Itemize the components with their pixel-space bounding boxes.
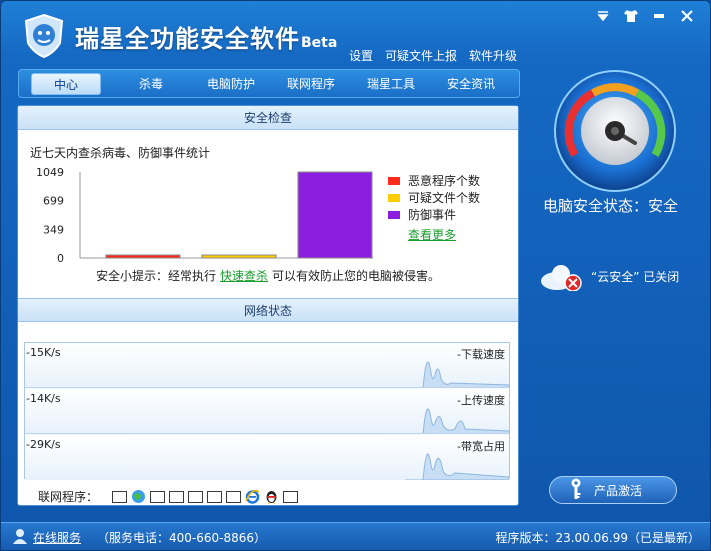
view-more-link[interactable]: 查看更多 [408, 226, 480, 243]
status-bar: 在线服务 （服务电话：400-660-8866） 程序版本：23.00.06.9… [1, 522, 710, 550]
minimize-icon[interactable] [650, 7, 668, 25]
security-check-heading: 安全检查 [18, 106, 518, 130]
cloud-off-icon[interactable] [539, 263, 587, 291]
center-panel: 安全检查 近七天内查杀病毒、防御事件统计 1049 699 349 0 恶意程序个数 … [17, 105, 519, 506]
legend-label: 可疑文件个数 [408, 191, 481, 205]
bar-1 [201, 254, 277, 259]
bandwidth-wave [405, 453, 509, 480]
service-hotline: （服务电话：400-660-8866） [97, 531, 267, 545]
beta-badge: Beta [301, 35, 338, 51]
chart-legend: 恶意程序个数 可疑文件个数 防御事件 查看更多 [388, 172, 480, 243]
main-tabs: 中心 杀毒 电脑防护 联网程序 瑞星工具 安全资讯 [18, 69, 520, 98]
chart-caption: 近七天内查杀病毒、防御事件统计 [30, 146, 211, 160]
app-slot[interactable] [226, 490, 242, 503]
bar-2 [297, 171, 373, 259]
legend-swatch [388, 176, 400, 185]
cloud-security-status: “云安全” 已关闭 [591, 270, 680, 284]
security-tip: 安全小提示：经常执行 快速查杀 可以有效防止您的电脑被侵害。 [18, 267, 518, 284]
download-speed-value: -15K/s [26, 346, 61, 359]
globe-app-icon[interactable] [131, 489, 146, 504]
main-window: 瑞星全功能安全软件 Beta 设置 可疑文件上报 软件升级 中心 杀毒 电脑防护… [0, 0, 711, 551]
network-apps-label: 联网程序： [38, 490, 99, 504]
network-apps-row: 联网程序： [38, 488, 299, 505]
weekly-stats-chart: 1049 699 349 0 [36, 168, 373, 264]
top-links: 设置 可疑文件上报 软件升级 [349, 47, 517, 64]
skin-shirt-icon[interactable] [622, 7, 640, 25]
legend-swatch [388, 193, 400, 202]
app-slot[interactable] [207, 490, 223, 503]
upload-speed-value: -14K/s [26, 392, 61, 405]
bar-0 [105, 254, 181, 259]
upgrade-link[interactable]: 软件升级 [469, 47, 517, 64]
tab-rising-tools[interactable]: 瑞星工具 [351, 73, 431, 95]
bandwidth-value: -29K/s [26, 438, 61, 451]
y-tick-label: 349 [43, 223, 64, 236]
pc-security-status: 电脑安全状态：安全 [543, 197, 679, 215]
report-suspicious-link[interactable]: 可疑文件上报 [385, 47, 457, 64]
tab-center[interactable]: 中心 [31, 72, 101, 95]
y-tick-label: 0 [57, 252, 64, 264]
lion-shield-icon [23, 13, 65, 59]
quick-scan-link[interactable]: 快速查杀 [220, 269, 268, 283]
product-activate-button[interactable]: 产品激活 [549, 476, 677, 504]
download-speed-row: -15K/s -下载速度 [25, 343, 509, 388]
network-status-heading: 网络状态 [18, 298, 518, 322]
download-wave [422, 361, 509, 387]
key-icon [570, 478, 582, 503]
tab-pc-protection[interactable]: 电脑防护 [191, 73, 271, 95]
menu-dropdown-icon[interactable] [594, 7, 612, 25]
online-service-link[interactable]: 在线服务 [33, 529, 81, 546]
app-slot[interactable] [150, 490, 166, 503]
app-title: 瑞星全功能安全软件 [75, 25, 300, 53]
legend-item-malware: 恶意程序个数 [388, 172, 480, 189]
upload-speed-row: -14K/s -上传速度 [25, 389, 509, 434]
settings-link[interactable]: 设置 [349, 47, 373, 64]
app-slot[interactable] [188, 490, 204, 503]
bandwidth-row: -29K/s -带宽占用 [25, 435, 509, 480]
tab-network-programs[interactable]: 联网程序 [271, 73, 351, 95]
legend-swatch [388, 210, 400, 219]
legend-item-defense: 防御事件 [388, 206, 480, 223]
tip-prefix: 安全小提示：经常执行 [95, 269, 216, 283]
app-slot[interactable] [112, 490, 128, 503]
legend-label: 防御事件 [408, 208, 457, 222]
window-controls [594, 7, 696, 25]
close-icon[interactable] [678, 7, 696, 25]
tab-antivirus[interactable]: 杀毒 [111, 73, 191, 95]
legend-item-suspicious: 可疑文件个数 [388, 189, 480, 206]
legend-label: 恶意程序个数 [408, 174, 481, 188]
y-tick-label: 699 [43, 195, 64, 208]
tab-security-news[interactable]: 安全资讯 [431, 73, 511, 95]
tip-suffix: 可以有效防止您的电脑被侵害。 [272, 269, 441, 283]
ie-browser-icon[interactable] [245, 489, 260, 504]
user-icon [13, 528, 27, 547]
y-tick-label: 1049 [36, 168, 64, 179]
qq-penguin-icon[interactable] [264, 489, 279, 504]
network-graphs: -15K/s -下载速度 -14K/s -上传速度 -29K/s -带宽占用 [24, 342, 510, 480]
security-gauge-icon [554, 70, 676, 192]
program-version: 程序版本：23.00.06.99（已是最新） [495, 531, 700, 545]
upload-wave [422, 408, 509, 433]
app-slot[interactable] [283, 490, 299, 503]
activate-label: 产品激活 [594, 483, 643, 498]
app-slot[interactable] [169, 490, 185, 503]
